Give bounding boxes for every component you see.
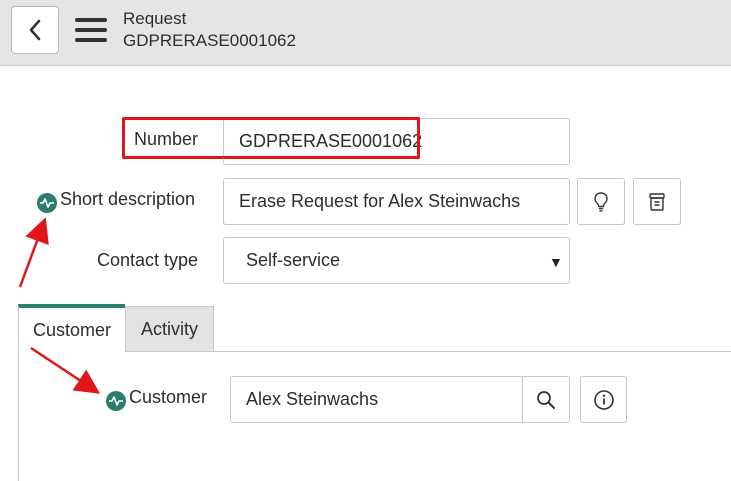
back-button[interactable] (11, 6, 59, 54)
record-type-title: Request (123, 9, 187, 28)
info-icon (593, 389, 614, 410)
archive-icon (649, 192, 665, 211)
chevron-left-icon (29, 19, 41, 41)
customer-lookup-button[interactable] (522, 376, 570, 423)
tab-activity[interactable]: Activity (125, 306, 214, 351)
annotation-arrow-short-description (18, 217, 49, 288)
mandatory-indicator-icon (106, 391, 126, 411)
annotation-arrow-customer (30, 346, 101, 394)
hamburger-menu-icon[interactable] (75, 18, 107, 44)
tab-customer[interactable]: Customer (18, 304, 125, 352)
chevron-down-icon: ▼ (549, 254, 563, 270)
short-description-field[interactable]: Erase Request for Alex Steinwachs (223, 178, 570, 225)
suggestion-button[interactable] (577, 178, 625, 225)
template-button[interactable] (633, 178, 681, 225)
mandatory-indicator-icon (37, 193, 57, 213)
form-header: Request GDPRERASE0001062 (0, 0, 731, 66)
customer-label: Customer (129, 387, 208, 407)
record-number-subtitle: GDPRERASE0001062 (123, 31, 296, 50)
number-label: Number (134, 129, 199, 149)
short-description-label: Short description (60, 189, 196, 209)
search-icon (537, 390, 555, 409)
number-highlight-box-right (223, 117, 420, 159)
tab-panel-border (18, 352, 19, 481)
customer-info-button[interactable] (580, 376, 627, 423)
contact-type-value: Self-service (246, 250, 341, 270)
lightbulb-icon (594, 191, 608, 211)
contact-type-select[interactable]: Self-service (223, 237, 570, 284)
customer-field[interactable]: Alex Steinwachs (230, 376, 523, 423)
contact-type-label: Contact type (97, 250, 199, 270)
